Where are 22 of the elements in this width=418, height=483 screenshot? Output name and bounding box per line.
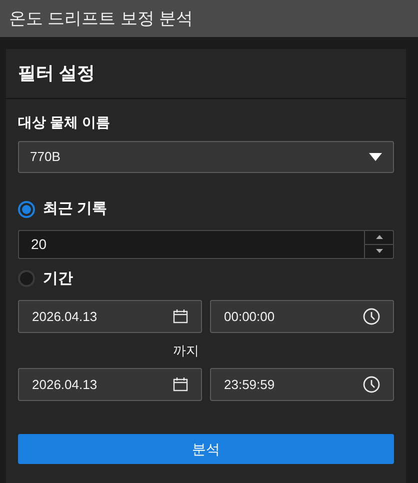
panel-title: 필터 설정 — [18, 62, 96, 85]
date-field[interactable]: 2026.04.13 — [18, 368, 202, 401]
radio-label: 최근 기록 — [43, 199, 108, 219]
window-title: 온도 드리프트 보정 분석 — [9, 8, 194, 30]
up-arrow-icon — [376, 235, 382, 239]
radio-label: 기간 — [43, 268, 73, 288]
time-field[interactable]: 23:59:59 — [210, 368, 394, 401]
clock-icon[interactable] — [363, 308, 380, 325]
calendar-icon[interactable] — [173, 309, 188, 324]
calendar-icon[interactable] — [173, 377, 188, 392]
analyze-button[interactable]: 분석 — [18, 434, 394, 464]
date-field[interactable]: 2026.04.13 — [18, 300, 202, 333]
down-arrow-icon — [376, 249, 382, 253]
radio-button[interactable] — [18, 200, 35, 218]
clock-icon[interactable] — [363, 376, 380, 393]
caret-icon — [369, 153, 382, 161]
number-spinner[interactable]: 20 — [18, 230, 394, 258]
field-label: 대상 물체 이름 — [18, 113, 111, 132]
object-dropdown[interactable]: 770B — [18, 141, 394, 173]
time-field[interactable]: 00:00:00 — [210, 300, 394, 333]
radio-button[interactable] — [18, 270, 35, 288]
range-separator: 까지 — [173, 342, 199, 360]
